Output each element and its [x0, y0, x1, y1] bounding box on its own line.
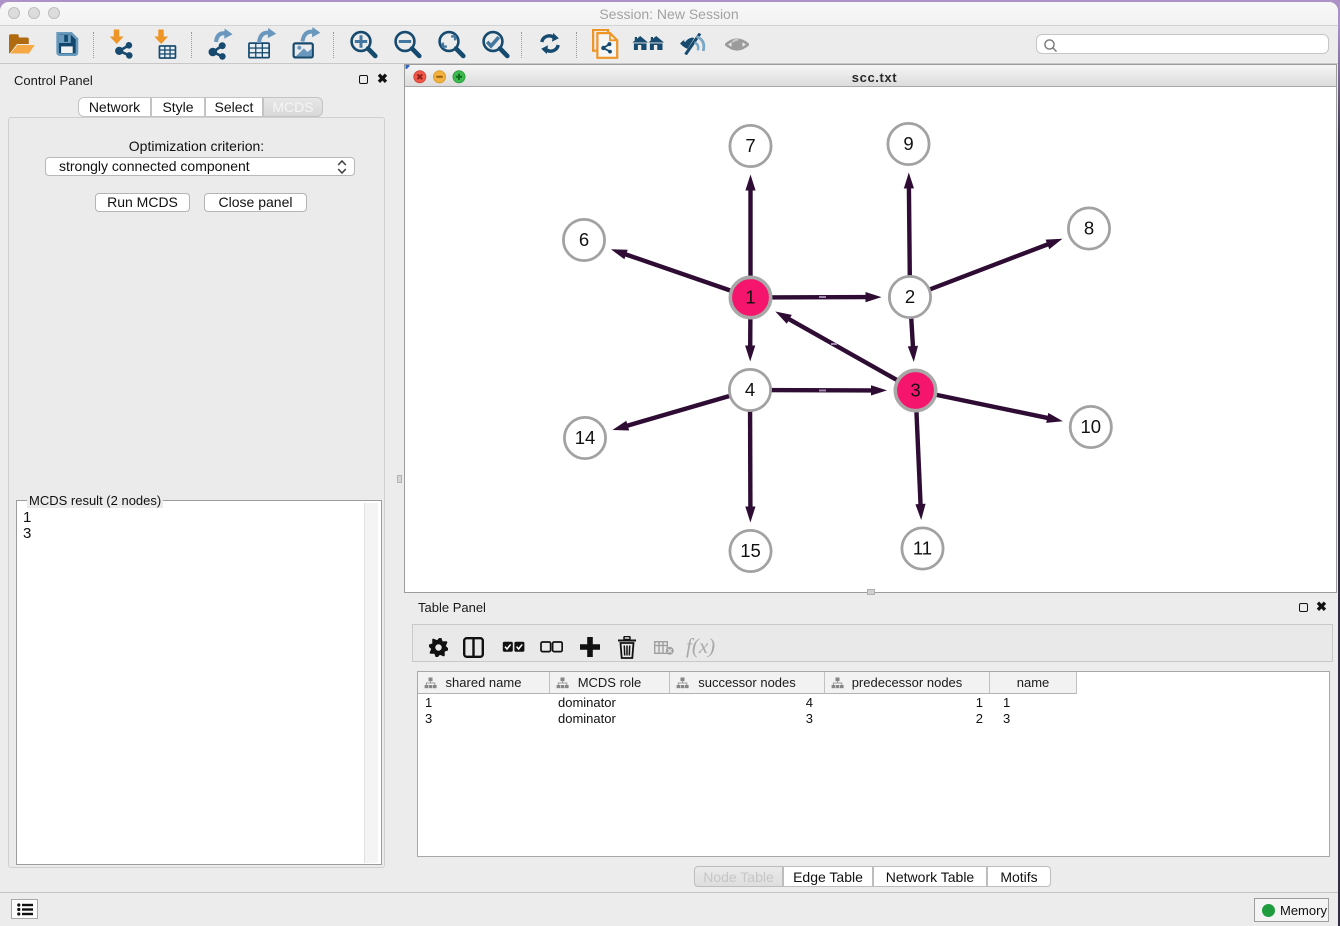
svg-text:9: 9	[903, 133, 913, 154]
svg-text:1: 1	[745, 287, 755, 308]
svg-text:8: 8	[1084, 218, 1094, 239]
svg-text:10: 10	[1081, 416, 1102, 437]
svg-text:3: 3	[910, 380, 920, 401]
svg-text:2: 2	[905, 286, 915, 307]
svg-text:15: 15	[740, 540, 761, 561]
svg-text:7: 7	[745, 135, 755, 156]
svg-text:6: 6	[579, 229, 589, 250]
svg-text:4: 4	[745, 379, 755, 400]
svg-text:14: 14	[575, 427, 596, 448]
svg-text:11: 11	[913, 538, 932, 559]
